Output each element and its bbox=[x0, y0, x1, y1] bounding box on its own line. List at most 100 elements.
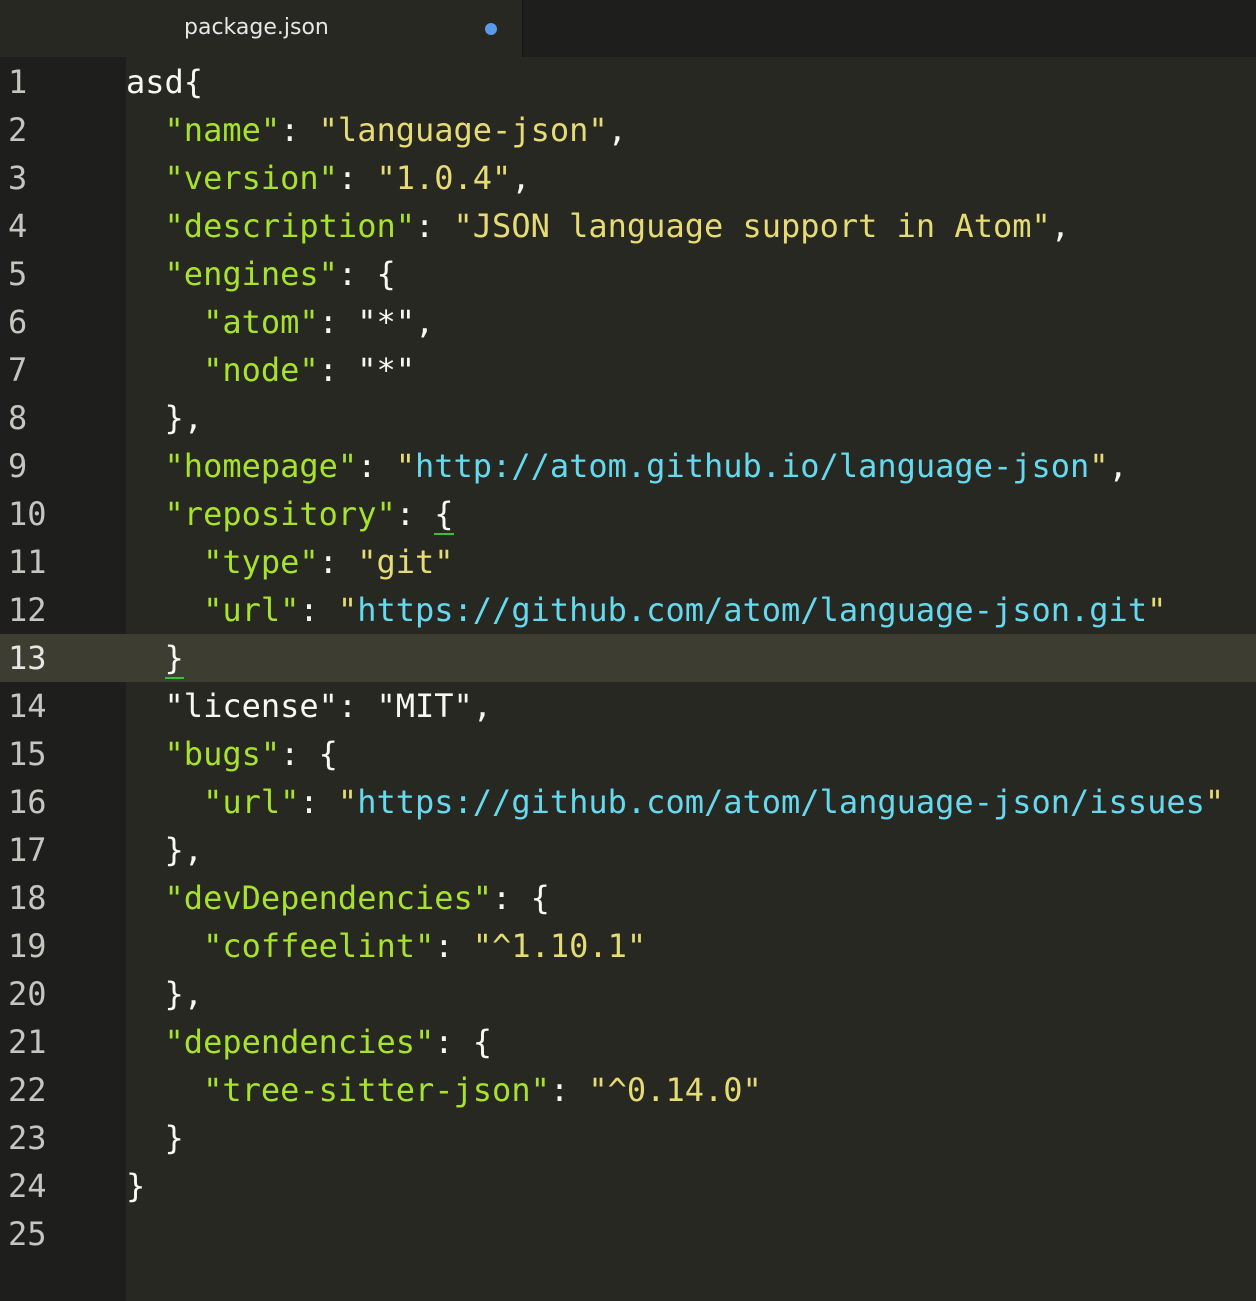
code-line[interactable]: 5 "engines": { bbox=[0, 250, 1256, 298]
code-line[interactable]: 3 "version": "1.0.4", bbox=[0, 154, 1256, 202]
code-token: "dependencies" bbox=[164, 1023, 435, 1061]
modified-indicator-icon[interactable] bbox=[485, 23, 497, 35]
line-number: 4 bbox=[0, 202, 126, 250]
code-line[interactable]: 6 "atom": "*", bbox=[0, 298, 1256, 346]
code-token: : bbox=[318, 303, 358, 341]
code-token: }, bbox=[126, 831, 204, 869]
code-line[interactable]: 14 "license": "MIT", bbox=[0, 682, 1256, 730]
line-number: 22 bbox=[0, 1066, 126, 1114]
code-text[interactable]: } bbox=[126, 634, 184, 682]
code-text[interactable]: asd{ bbox=[126, 58, 203, 106]
line-number: 19 bbox=[0, 922, 126, 970]
code-text[interactable]: "url": "https://github.com/atom/language… bbox=[126, 778, 1224, 826]
code-token: "1.0.4" bbox=[376, 159, 512, 197]
code-line[interactable]: 19 "coffeelint": "^1.10.1" bbox=[0, 922, 1256, 970]
code-token: "^1.10.1" bbox=[472, 927, 647, 965]
line-number: 9 bbox=[0, 442, 126, 490]
line-number: 12 bbox=[0, 586, 126, 634]
code-text[interactable]: "license": "MIT", bbox=[126, 682, 493, 730]
code-token: : bbox=[280, 111, 319, 149]
code-text[interactable]: "atom": "*", bbox=[126, 298, 434, 346]
code-line[interactable]: 11 "type": "git" bbox=[0, 538, 1256, 586]
code-token: , bbox=[414, 303, 435, 341]
code-token: " bbox=[1089, 447, 1109, 485]
code-text[interactable]: "type": "git" bbox=[126, 538, 453, 586]
code-token: "^0.14.0" bbox=[588, 1071, 762, 1109]
code-token: "name" bbox=[164, 111, 281, 149]
code-line[interactable]: 12 "url": "https://github.com/atom/langu… bbox=[0, 586, 1256, 634]
code-token: " bbox=[337, 591, 358, 629]
code-token: : { bbox=[280, 735, 338, 773]
code-token: : bbox=[299, 783, 338, 821]
code-line[interactable]: 4 "description": "JSON language support … bbox=[0, 202, 1256, 250]
matched-bracket: { bbox=[434, 495, 454, 535]
code-text[interactable]: "description": "JSON language support in… bbox=[126, 202, 1070, 250]
line-number: 10 bbox=[0, 490, 126, 538]
code-text[interactable]: "tree-sitter-json": "^0.14.0" bbox=[126, 1066, 762, 1114]
code-line[interactable]: 9 "homepage": "http://atom.github.io/lan… bbox=[0, 442, 1256, 490]
code-token: "url" bbox=[203, 783, 300, 821]
code-token: : bbox=[395, 495, 435, 533]
line-number: 25 bbox=[0, 1210, 126, 1258]
code-text[interactable]: "bugs": { bbox=[126, 730, 338, 778]
code-line[interactable]: 17 }, bbox=[0, 826, 1256, 874]
code-token: "description" bbox=[164, 207, 415, 245]
code-token: : { bbox=[434, 1023, 493, 1061]
code-text[interactable]: }, bbox=[126, 826, 204, 874]
code-line[interactable]: 24} bbox=[0, 1162, 1256, 1210]
code-token: " bbox=[395, 447, 415, 485]
code-line[interactable]: 18 "devDependencies": { bbox=[0, 874, 1256, 922]
code-text[interactable]: "devDependencies": { bbox=[126, 874, 550, 922]
code-text[interactable]: "repository": { bbox=[126, 490, 454, 538]
code-text[interactable]: "url": "https://github.com/atom/language… bbox=[126, 586, 1166, 634]
code-token: https://github.com/atom/language-json/is… bbox=[357, 783, 1205, 821]
code-token: "*" bbox=[357, 351, 415, 389]
code-text[interactable]: "node": "*" bbox=[126, 346, 415, 394]
code-line[interactable]: 7 "node": "*" bbox=[0, 346, 1256, 394]
code-line[interactable]: 25 bbox=[0, 1210, 1256, 1258]
code-line[interactable]: 15 "bugs": { bbox=[0, 730, 1256, 778]
code-line[interactable]: 21 "dependencies": { bbox=[0, 1018, 1256, 1066]
code-text[interactable]: } bbox=[126, 1114, 184, 1162]
code-text[interactable]: }, bbox=[126, 970, 204, 1018]
code-text[interactable]: } bbox=[126, 1162, 145, 1210]
line-number: 23 bbox=[0, 1114, 126, 1162]
code-token: "engines" bbox=[164, 255, 338, 293]
code-text[interactable]: "engines": { bbox=[126, 250, 396, 298]
code-line[interactable]: 22 "tree-sitter-json": "^0.14.0" bbox=[0, 1066, 1256, 1114]
code-line[interactable]: 13 } bbox=[0, 634, 1256, 682]
code-token: http://atom.github.io/language-json bbox=[414, 447, 1090, 485]
code-line[interactable]: 1 asd{ bbox=[0, 58, 1256, 106]
code-line[interactable]: 16 "url": "https://github.com/atom/langu… bbox=[0, 778, 1256, 826]
code-line[interactable]: 8 }, bbox=[0, 394, 1256, 442]
code-editor[interactable]: 1 asd{2 "name": "language-json", 3 "versio… bbox=[0, 57, 1256, 1301]
code-token: asd{ bbox=[126, 63, 204, 101]
code-text[interactable]: "name": "language-json", bbox=[126, 106, 627, 154]
code-token: : bbox=[318, 351, 358, 389]
code-text[interactable]: "dependencies": { bbox=[126, 1018, 493, 1066]
code-text[interactable]: "homepage": "http://atom.github.io/langu… bbox=[126, 442, 1128, 490]
code-line[interactable]: 2 "name": "language-json", bbox=[0, 106, 1256, 154]
tab-package-json[interactable]: package.json bbox=[0, 0, 523, 57]
line-number: 20 bbox=[0, 970, 126, 1018]
code-token: "atom" bbox=[203, 303, 319, 341]
line-number: 16 bbox=[0, 778, 126, 826]
code-line[interactable]: 23 } bbox=[0, 1114, 1256, 1162]
code-text[interactable]: "version": "1.0.4", bbox=[126, 154, 531, 202]
code-text[interactable]: "coffeelint": "^1.10.1" bbox=[126, 922, 646, 970]
code-line[interactable]: 20 }, bbox=[0, 970, 1256, 1018]
code-text[interactable]: }, bbox=[126, 394, 204, 442]
line-number: 7 bbox=[0, 346, 126, 394]
code-token: } bbox=[126, 1119, 184, 1157]
line-number: 15 bbox=[0, 730, 126, 778]
code-token: "repository" bbox=[164, 495, 396, 533]
code-line[interactable]: 10 "repository": { bbox=[0, 490, 1256, 538]
